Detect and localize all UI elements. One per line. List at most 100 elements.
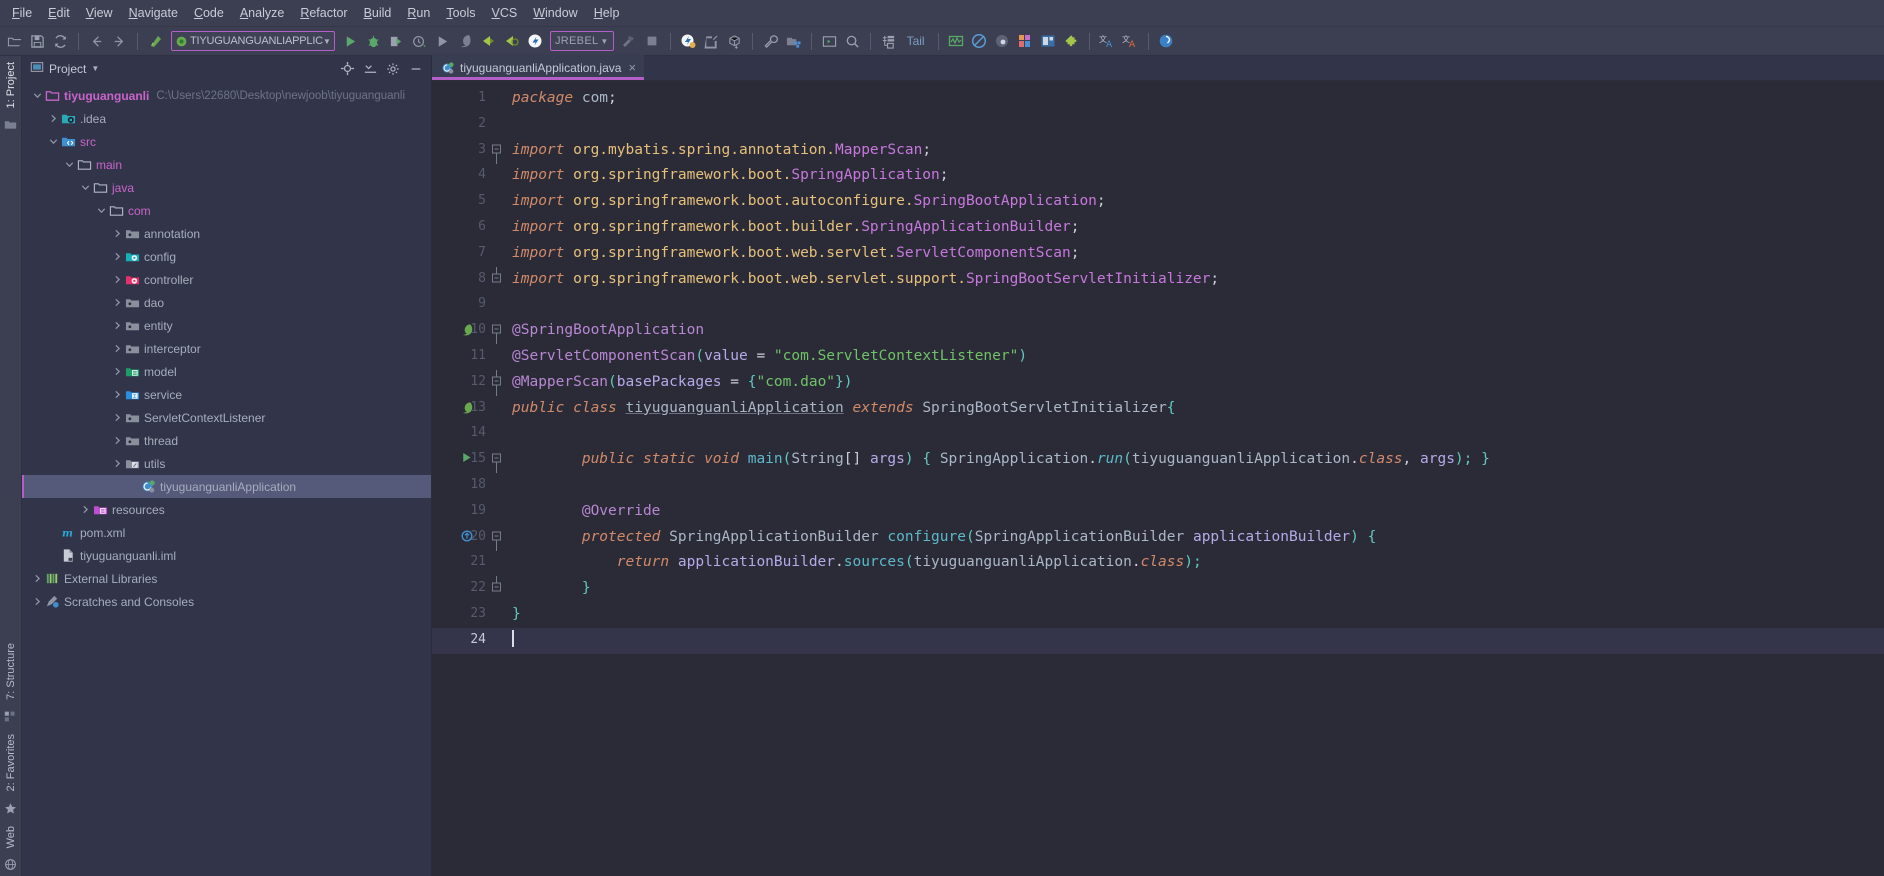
menu-item-window[interactable]: Window [525,3,585,23]
menu-item-vcs[interactable]: VCS [484,3,526,23]
tool-window-tab-project[interactable]: 1: Project [5,56,17,114]
code-line[interactable]: import org.springframework.boot.SpringAp… [504,163,1884,189]
code-line[interactable]: @ServletComponentScan(value = "com.Servl… [504,344,1884,370]
tree-item-interceptor[interactable]: interceptor [22,337,431,360]
translate-blue-icon[interactable]: 文A [1097,31,1118,52]
menu-item-build[interactable]: Build [356,3,400,23]
project-structure-icon[interactable] [783,31,804,52]
help-circle-icon[interactable] [1156,31,1177,52]
chevron-right-icon[interactable] [112,297,123,308]
menu-item-navigate[interactable]: Navigate [121,3,186,23]
plugin-puzzle-icon[interactable] [1061,31,1082,52]
tree-item-java[interactable]: java [22,176,431,199]
stop-square-icon[interactable] [642,31,663,52]
debug-icon[interactable] [363,31,384,52]
fold-marker[interactable] [491,318,502,345]
gutter-row[interactable]: 6 [432,215,504,241]
chevron-right-icon[interactable] [32,573,43,584]
project-tree[interactable]: tiyuguanguanli C:\Users\22680\Desktop\new… [22,81,431,876]
jrebel-profile-icon[interactable] [501,31,522,52]
code-line[interactable]: } [504,602,1884,628]
fold-marker[interactable] [491,369,502,396]
update-app-icon[interactable] [701,31,722,52]
tail-button[interactable]: Tail [901,34,931,48]
compile-icon[interactable] [145,31,166,52]
tree-item-src[interactable]: src [22,130,431,153]
gutter-row[interactable]: 5 [432,189,504,215]
jrebel-debug-icon[interactable] [478,31,499,52]
rerun-icon[interactable] [432,31,453,52]
tree-item-service[interactable]: Σservice [22,383,431,406]
code-line[interactable] [504,473,1884,499]
menu-item-view[interactable]: View [78,3,121,23]
gutter-row[interactable]: 21 [432,550,504,576]
gutter-row[interactable]: 14 [432,421,504,447]
locate-target-icon[interactable] [338,60,356,78]
code-line[interactable]: return applicationBuilder.sources(tiyugu… [504,550,1884,576]
close-icon[interactable]: × [628,60,636,75]
chevron-down-icon[interactable] [80,182,91,193]
code-editor[interactable]: 1 2 3 4 5 6 7 8 9 10 11 12 13 14 15 18 19 20 21 22 23 24 pack… [432,81,1884,876]
menu-item-analyze[interactable]: Analyze [232,3,292,23]
gutter-row[interactable]: 13 [432,396,504,422]
gutter-row[interactable]: 8 [432,266,504,293]
code-line[interactable]: import org.mybatis.spring.annotation.Map… [504,138,1884,164]
jrebel-toolbar-button[interactable]: JREBEL ▼ [550,31,614,51]
wrench-settings-icon[interactable] [760,31,781,52]
tool-window-tab-web[interactable]: Web [5,820,17,854]
layout-colors-icon[interactable] [1015,31,1036,52]
menu-item-file[interactable]: File [4,3,40,23]
chevron-right-icon[interactable] [112,251,123,262]
menu-item-edit[interactable]: Edit [40,3,78,23]
menu-item-code[interactable]: Code [186,3,232,23]
chevron-down-icon[interactable]: ▼ [91,64,99,73]
jrebel-run-icon[interactable] [455,31,476,52]
tree-item-entity[interactable]: entity [22,314,431,337]
no-entry-icon[interactable] [969,31,990,52]
run-icon[interactable] [340,31,361,52]
hammer-build-icon[interactable] [619,31,640,52]
fold-marker[interactable] [491,266,502,293]
tree-item-scratches-and-consoles[interactable]: Scratches and Consoles [22,590,431,613]
chevron-down-icon[interactable]: ▼ [600,37,608,46]
chevron-right-icon[interactable] [112,343,123,354]
jrebel-logo-icon[interactable] [524,31,545,52]
jrebel-settings-icon[interactable] [678,31,699,52]
tool-window-tab-structure[interactable]: 7: Structure [5,637,17,706]
gutter-row[interactable]: 15 [432,447,504,474]
gutter-row[interactable]: 23 [432,602,504,628]
terminal-icon[interactable] [819,31,840,52]
code-line[interactable]: import org.springframework.boot.web.serv… [504,241,1884,267]
menu-item-tools[interactable]: Tools [438,3,483,23]
code-line[interactable]: @MapperScan(basePackages = {"com.dao"}) [504,370,1884,396]
gutter-row[interactable]: 9 [432,292,504,318]
code-line[interactable]: public class tiyuguanguanliApplication e… [504,396,1884,422]
fold-marker[interactable] [491,138,502,164]
save-all-icon[interactable] [27,31,48,52]
run-with-coverage-icon[interactable] [386,31,407,52]
tree-item-tiyuguanguanli-iml[interactable]: tiyuguanguanli.iml [22,544,431,567]
code-content[interactable]: package com; import org.mybatis.spring.an… [504,81,1884,876]
tree-item-tiyuguanguanliapplication[interactable]: tiyuguanguanliApplication [22,475,431,498]
chevron-right-icon[interactable] [112,366,123,377]
chevron-right-icon[interactable] [48,113,59,124]
spring-bean-icon[interactable] [460,322,476,338]
gutter-row[interactable]: 18 [432,473,504,499]
tree-item--idea[interactable]: .idea [22,107,431,130]
gutter-row[interactable]: 4 [432,163,504,189]
run-method-icon[interactable] [460,451,476,467]
gutter-row[interactable]: 22 [432,576,504,602]
tree-item-external-libraries[interactable]: External Libraries [22,567,431,590]
forward-arrow-icon[interactable] [109,31,130,52]
fold-marker[interactable] [491,576,502,602]
chevron-down-icon[interactable]: ▼ [323,37,332,46]
gutter-row[interactable]: 10 [432,318,504,345]
ui-designer-icon[interactable] [1038,31,1059,52]
gutter-row[interactable]: 12 [432,369,504,396]
gutter-row[interactable]: 24 [432,627,504,654]
code-line[interactable]: public static void main(String[] args) {… [504,447,1884,473]
code-line[interactable]: @SpringBootApplication [504,318,1884,344]
chevron-right-icon[interactable] [112,412,123,423]
editor-tab[interactable]: tiyuguanguanliApplication.java × [432,55,645,80]
gutter-row[interactable]: 20 [432,525,504,551]
